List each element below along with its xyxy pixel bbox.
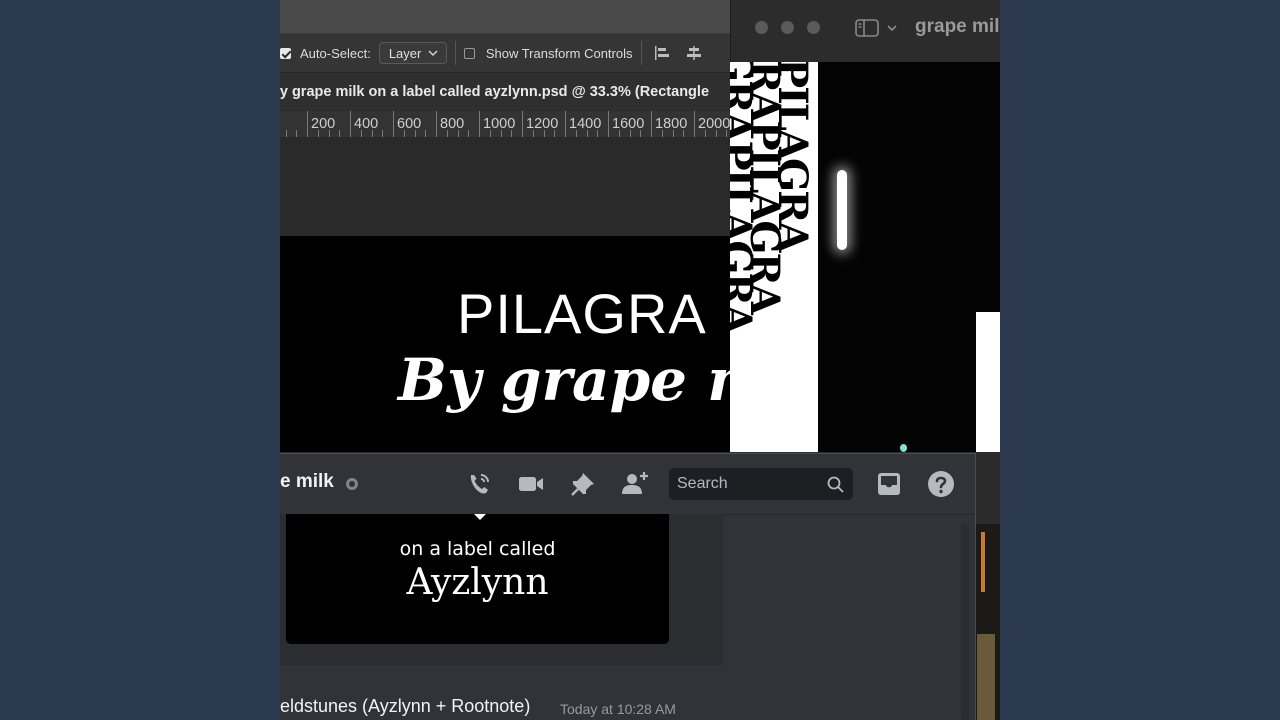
ruler-major-tick: [436, 111, 437, 137]
ruler-label: 1200: [526, 116, 559, 132]
ruler-major-tick: [651, 111, 652, 137]
voice-call-icon[interactable]: [465, 470, 493, 498]
teal-light: [900, 444, 907, 452]
background-photo-strip: [975, 524, 1000, 720]
layer-select-value: Layer: [388, 45, 422, 61]
align-horizontal-centers-icon[interactable]: [686, 45, 702, 61]
minimize-window-button[interactable]: [781, 21, 794, 34]
artwork-subtitle: By grape mil: [398, 346, 730, 414]
ruler-major-tick: [694, 111, 695, 137]
auto-select-label: Auto-Select:: [300, 45, 371, 61]
transform-controls-label: Show Transform Controls: [485, 45, 633, 61]
ruler-major-tick: [393, 111, 394, 137]
search-input[interactable]: Search: [669, 468, 853, 500]
ruler-major-tick: [350, 111, 351, 137]
chevron-down-icon: [428, 49, 438, 56]
sidebar-toggle-icon[interactable]: [855, 19, 879, 37]
help-icon[interactable]: [927, 470, 955, 498]
ruler-major-tick: [522, 111, 523, 137]
canvas-area[interactable]: PILAGRA By grape mil: [280, 137, 730, 452]
transform-controls-checkbox[interactable]: [463, 47, 475, 59]
options-divider: [640, 41, 642, 65]
channel-header: e milk Search: [280, 454, 975, 515]
vertical-typography-strip: PILAGRA GRAPILAGRA GRAPILAGRA: [730, 62, 818, 452]
ruler-label: 200: [311, 116, 336, 132]
ruler-major-tick: [565, 111, 566, 137]
ruler-label: 1800: [655, 116, 688, 132]
add-member-icon[interactable]: [621, 470, 649, 498]
options-divider: [454, 41, 456, 65]
ruler-minor-tick: [339, 130, 341, 137]
search-icon: [827, 476, 844, 493]
photoshop-window: Auto-Select: Layer Show Transform Contro…: [280, 0, 730, 452]
ruler-label: 800: [440, 116, 465, 132]
inbox-icon[interactable]: [875, 470, 903, 498]
preview-image: PILAGRA GRAPILAGRA GRAPILAGRA: [730, 62, 1000, 452]
document-tab-title: by grape milk on a label called ayzlynn.…: [280, 84, 710, 100]
light-glow: [837, 170, 847, 250]
ruler-minor-tick: [425, 130, 427, 137]
options-bar: Auto-Select: Layer Show Transform Contro…: [280, 34, 730, 73]
artwork: PILAGRA By grape mil: [280, 236, 730, 452]
message-scrollbar[interactable]: [961, 524, 969, 720]
auto-select-target-dropdown[interactable]: Layer: [378, 42, 447, 64]
preview-window-title: grape mil: [915, 16, 1000, 37]
paper-sheet: [976, 312, 1000, 452]
horizontal-ruler: 200 400 600 800 1000 1200 1400 1600 1800 2000: [280, 111, 730, 138]
ruler-label: 1000: [483, 116, 516, 132]
ruler-label: 1600: [612, 116, 645, 132]
status-indicator-icon: [346, 478, 358, 490]
ruler-major-tick: [479, 111, 480, 137]
ruler-label: 1400: [569, 116, 602, 132]
align-left-edges-icon[interactable]: [654, 45, 670, 61]
close-window-button[interactable]: [755, 21, 768, 34]
auto-select-checkbox[interactable]: [280, 47, 291, 59]
message-timestamp: Today at 10:28 AM: [560, 701, 676, 717]
photoshop-titlebar: [280, 0, 730, 34]
screen-stage: Auto-Select: Layer Show Transform Contro…: [280, 0, 1000, 720]
ruler-major-tick: [608, 111, 609, 137]
channel-name: e milk: [280, 471, 334, 492]
preview-titlebar: grape mil: [730, 0, 1000, 62]
ruler-minor-tick: [382, 130, 384, 137]
video-camera-icon[interactable]: [517, 470, 545, 498]
preview-window: grape mil PILAGRA GRAPILAGRA GRAPILAGRA: [730, 0, 1000, 452]
ruler-minor-tick: [296, 130, 298, 137]
ruler-minor-tick: [285, 130, 287, 137]
search-placeholder: Search: [677, 475, 728, 492]
ruler-major-tick: [307, 111, 308, 137]
pin-icon[interactable]: [569, 470, 597, 498]
embed-text-line1: on a label called: [399, 538, 556, 560]
artwork-title: PILAGRA: [457, 282, 707, 345]
message-author[interactable]: eldstunes (Ayzlynn + Rootnote): [280, 696, 530, 717]
chevron-down-icon[interactable]: [887, 25, 897, 32]
image-attachment[interactable]: on a label called Ayzlynn: [286, 514, 669, 644]
document-tab[interactable]: by grape milk on a label called ayzlynn.…: [280, 73, 730, 111]
ruler-label: 2000: [698, 116, 730, 132]
embed-notch: [474, 514, 486, 520]
zoom-window-button[interactable]: [807, 21, 820, 34]
discord-window: e milk Search on a label called Ayzlynn …: [280, 453, 976, 720]
ruler-label: 600: [397, 116, 422, 132]
embed-text-line2: Ayzlynn: [406, 562, 549, 603]
vertical-text-inner: GRAPILAGRA: [730, 62, 760, 333]
ruler-label: 400: [354, 116, 379, 132]
ruler-minor-tick: [468, 130, 470, 137]
